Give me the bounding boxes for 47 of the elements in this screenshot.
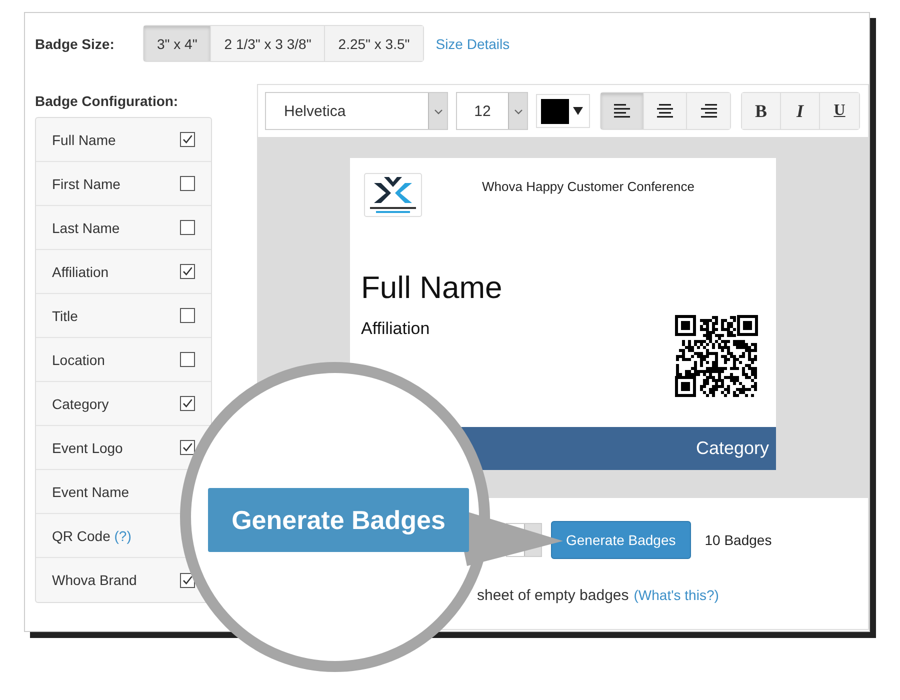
checkbox[interactable] (180, 572, 195, 588)
event-name: Whova Happy Customer Conference (482, 179, 694, 196)
align-left-icon (614, 104, 630, 118)
field-label: Whova Brand (52, 572, 137, 588)
checkbox[interactable] (180, 132, 195, 147)
affiliation-text: Affiliation (361, 319, 430, 339)
checkbox[interactable] (180, 220, 195, 235)
underline-button[interactable]: U (820, 93, 859, 129)
checkbox[interactable] (180, 440, 195, 455)
italic-button[interactable]: I (781, 93, 820, 129)
align-button[interactable] (644, 93, 687, 129)
font-select[interactable]: Helvetica (265, 92, 448, 130)
field-label: Title (52, 308, 78, 324)
configuration-label: Badge Configuration: (35, 93, 180, 109)
size-details-link[interactable]: Size Details (436, 36, 510, 52)
field-label: Category (52, 396, 109, 412)
checkbox[interactable] (180, 308, 195, 323)
whats-this-link[interactable]: (What's this?) (634, 587, 719, 604)
align-button[interactable] (687, 93, 730, 129)
field-label: Event Logo (52, 440, 123, 456)
field-label: First Name (52, 176, 120, 192)
generate-badges-button[interactable]: Generate Badges (551, 521, 691, 559)
checkbox[interactable] (180, 352, 195, 367)
field-label: Event Name (52, 484, 130, 500)
size-option[interactable]: 2.25" x 3.5" (325, 26, 423, 61)
dropdown-triangle-icon (573, 106, 583, 116)
badge-count: 10 Badges (704, 532, 772, 548)
checkbox[interactable] (180, 176, 195, 191)
align-button[interactable] (601, 93, 644, 129)
field-label: Location (52, 352, 105, 368)
field-label: Full Name (52, 132, 116, 148)
align-right-icon (700, 104, 716, 118)
badge-size-label: Badge Size: (35, 36, 116, 52)
size-option[interactable]: 3" x 4" (144, 26, 212, 61)
checkbox[interactable] (180, 264, 195, 279)
checkbox[interactable] (180, 396, 195, 411)
color-picker[interactable] (536, 94, 590, 128)
full-name-text: Full Name (361, 270, 504, 306)
field-label: QR Code (?) (52, 528, 132, 544)
bold-button[interactable]: B (742, 93, 781, 129)
category-text: Category (696, 438, 769, 459)
size-option[interactable]: 2 1/3" x 3 3/8" (211, 26, 326, 61)
size-select[interactable]: 12 (456, 92, 528, 130)
align-center-icon (657, 104, 673, 118)
sheet-option-text: sheet of empty badges (477, 587, 629, 604)
field-label: Last Name (52, 220, 120, 236)
field-label: Affiliation (52, 264, 109, 280)
